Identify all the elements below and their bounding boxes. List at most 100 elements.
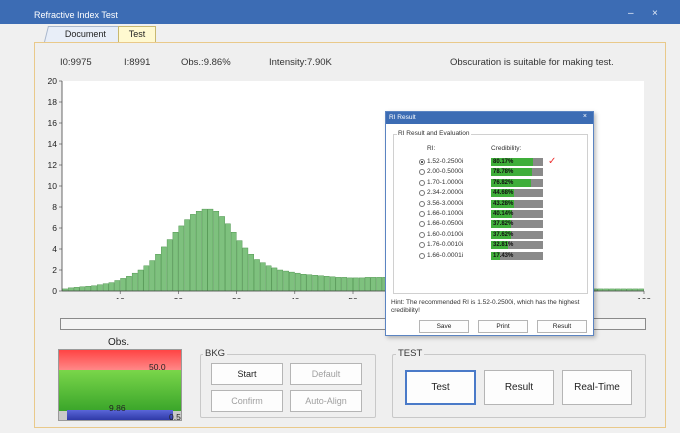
histogram-bar [364, 277, 371, 292]
ri-radio-button[interactable] [419, 159, 425, 165]
bkg-auto-align-button[interactable]: Auto-Align [290, 390, 362, 412]
ri-row[interactable]: 1.76-0.0010i 32.81% [419, 241, 569, 251]
ri-value: 2.34-2.0000i [427, 189, 464, 197]
histogram-bar [294, 272, 301, 292]
ri-radio-button[interactable] [419, 221, 425, 228]
bkg-start-button[interactable]: Start [211, 363, 283, 385]
histogram-bar [184, 219, 190, 292]
ri-row[interactable]: 1.52-0.2500i 80.17% ✓ [419, 156, 569, 168]
dialog-close-button[interactable]: × [583, 113, 587, 120]
ri-radio-button[interactable] [419, 169, 425, 176]
histogram-bar [67, 287, 74, 292]
ri-evaluation-group-label: RI Result and Evaluation [397, 130, 471, 137]
histogram-bar [242, 247, 249, 292]
x-tick-label: 40 [290, 296, 300, 299]
ri-row[interactable]: 1.70-1.0000i 76.82% [419, 178, 569, 189]
dialog-result-button[interactable]: Result [537, 320, 587, 333]
result-button[interactable]: Result [484, 370, 554, 405]
histogram-bar [155, 254, 161, 292]
ri-row[interactable]: 3.56-3.0000i 43.28% [419, 199, 569, 210]
credibility-value: 78.78% [493, 169, 514, 176]
dialog-print-button[interactable]: Print [478, 320, 528, 333]
dialog-title-bar: RI Result × [386, 112, 593, 124]
tab-document[interactable]: Document [44, 26, 128, 42]
dialog-save-button[interactable]: Save [419, 320, 469, 333]
histogram-bar [79, 286, 86, 292]
histogram-bar [283, 270, 289, 292]
histogram-bar [230, 231, 237, 292]
ri-row[interactable]: 2.00-0.5000i 78.78% [419, 168, 569, 178]
histogram-bar [300, 273, 307, 292]
bkg-group-label: BKG [203, 348, 228, 359]
ri-value: 1.52-0.2500i [427, 158, 464, 165]
histogram-bar [108, 282, 115, 292]
stat-i: I:8991 [124, 57, 151, 68]
ri-row[interactable]: 1.66-0.0001i 17.43% [419, 251, 569, 262]
obs-min-label: 0.5 [169, 412, 181, 422]
realtime-button[interactable]: Real-Time [562, 370, 632, 405]
y-tick-label: 2 [52, 265, 57, 275]
ri-row[interactable]: 1.66-0.0500i 37.82% [419, 220, 569, 230]
histogram-bar [265, 265, 272, 292]
credibility-value: 80.17% [493, 159, 514, 165]
recommended-check-icon: ✓ [548, 156, 557, 167]
tab-test[interactable]: Test [118, 26, 156, 42]
histogram-bar [358, 277, 365, 292]
ri-value: 1.70-1.0000i [427, 178, 464, 186]
y-tick-label: 12 [48, 160, 58, 170]
ri-radio-button[interactable] [419, 200, 425, 207]
histogram-bar [248, 254, 254, 292]
tab-bar: Document Test [0, 24, 680, 42]
histogram-bar [102, 283, 109, 292]
ri-radio-button[interactable] [419, 252, 425, 259]
test-group-label: TEST [396, 348, 425, 359]
histogram-bar [85, 286, 92, 292]
histogram-bar [324, 276, 330, 292]
obs-max-label: 50.0 [149, 362, 166, 372]
credibility-bar: 32.81% [491, 241, 543, 250]
test-button[interactable]: Test [405, 370, 476, 405]
histogram-bar [277, 269, 284, 292]
histogram-bar [213, 210, 220, 292]
y-tick-label: 8 [52, 202, 57, 212]
histogram-bar [259, 262, 266, 292]
ri-radio-button[interactable] [419, 211, 425, 217]
credibility-column-header: Credibility: [491, 145, 522, 152]
ri-value: 1.66-0.0500i [427, 220, 464, 228]
histogram-bar [73, 287, 80, 292]
ri-radio-button[interactable] [419, 190, 425, 197]
credibility-bar: 44.68% [491, 189, 543, 198]
histogram-bar [91, 285, 97, 292]
ri-radio-button[interactable] [419, 179, 425, 186]
histogram-bar [306, 274, 313, 292]
credibility-value: 76.82% [493, 179, 514, 186]
y-tick-label: 16 [48, 118, 58, 128]
histogram-bar [97, 284, 103, 292]
status-message: Obscuration is suitable for making test. [450, 57, 614, 68]
histogram-bar [318, 275, 324, 292]
histogram-bar [289, 271, 295, 292]
bkg-confirm-button[interactable]: Confirm [211, 390, 283, 412]
ri-radio-button[interactable] [419, 242, 425, 249]
histogram-bar [353, 277, 359, 292]
histogram-bar [341, 277, 348, 292]
histogram-bar [201, 208, 208, 292]
ri-row[interactable]: 2.34-2.0000i 44.68% [419, 189, 569, 199]
histogram-bar [195, 210, 202, 292]
credibility-value: 44.68% [493, 190, 514, 197]
histogram-bar [120, 278, 126, 292]
histogram-bar [219, 216, 225, 292]
ri-value: 3.56-3.0000i [427, 199, 464, 207]
bkg-default-button[interactable]: Default [290, 363, 362, 385]
histogram-bar [376, 277, 382, 292]
y-tick-label: 10 [48, 181, 58, 191]
credibility-bar: 37.82% [491, 220, 543, 229]
ri-row[interactable]: 1.66-0.1000i 40.14% [419, 210, 569, 220]
minimize-button[interactable]: – [628, 8, 634, 19]
ri-radio-button[interactable] [419, 231, 425, 238]
histogram-bar [131, 272, 138, 292]
histogram-bar [137, 269, 144, 292]
close-button[interactable]: × [652, 8, 658, 19]
ri-row[interactable]: 1.60-0.0100i 37.62% [419, 230, 569, 241]
histogram-bar [172, 231, 179, 292]
